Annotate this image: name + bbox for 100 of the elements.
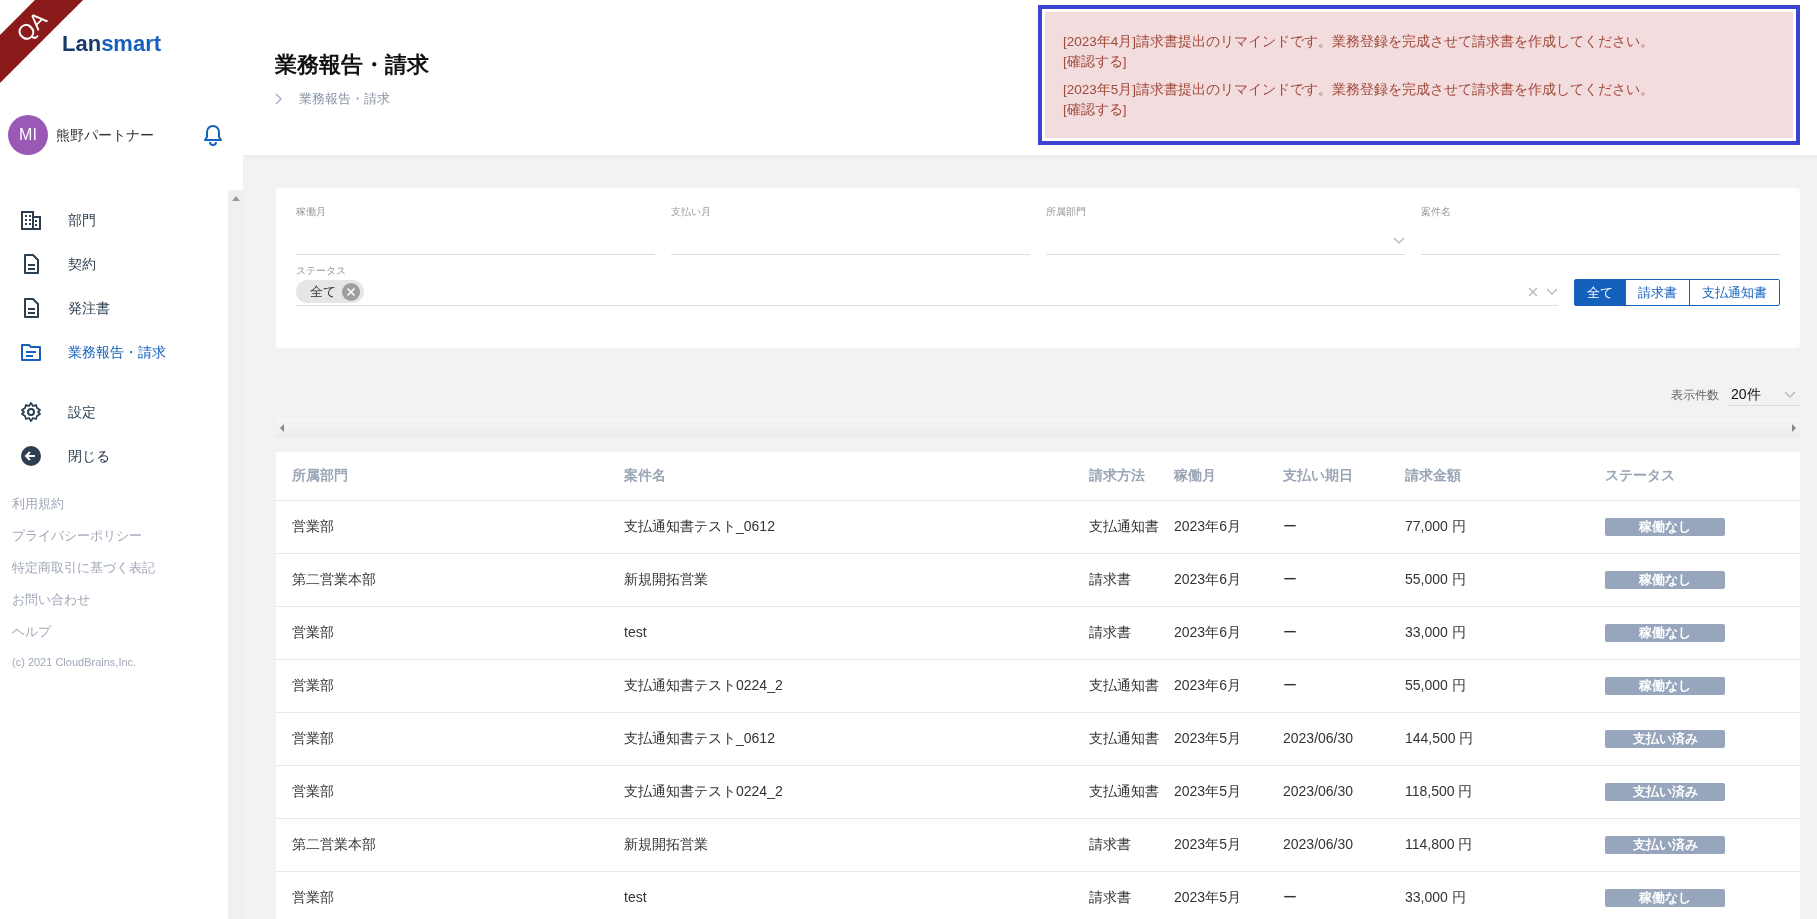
- table-cell: ー: [1283, 500, 1389, 553]
- table-cell: 2023/06/30: [1283, 712, 1389, 765]
- bell-icon[interactable]: [203, 124, 223, 146]
- clear-icon[interactable]: [1528, 286, 1538, 297]
- table-cell: ー: [1283, 606, 1389, 659]
- table-cell: 55,000 円: [1389, 553, 1589, 606]
- status-badge: 支払い済み: [1605, 835, 1725, 854]
- table-cell: 支払通知書: [1089, 500, 1174, 553]
- table-cell: ー: [1283, 871, 1389, 919]
- nav-item[interactable]: 設定: [0, 390, 228, 434]
- table-cell: 支払通知書テスト0224_2: [608, 765, 1089, 818]
- table-cell: 2023年5月: [1174, 765, 1283, 818]
- table-cell: 営業部: [276, 871, 608, 919]
- table-cell: 新規開拓営業: [608, 818, 1089, 871]
- chevron-down-icon[interactable]: [1393, 236, 1405, 245]
- back-icon: [20, 445, 42, 467]
- status-badge: 稼働なし: [1605, 570, 1725, 589]
- table-cell: 77,000 円: [1389, 500, 1589, 553]
- table-cell: 営業部: [276, 765, 608, 818]
- user-avatar: MI: [8, 115, 48, 155]
- table-cell: 114,800 円: [1389, 818, 1589, 871]
- table-cell: 支払通知書: [1089, 659, 1174, 712]
- column-header: 支払い期日: [1283, 452, 1389, 500]
- table-cell: 第二営業本部: [276, 553, 608, 606]
- status-badge: 支払い済み: [1605, 782, 1725, 801]
- logo: Lansmart: [62, 30, 162, 58]
- table-cell: test: [608, 606, 1089, 659]
- scrollbar[interactable]: [228, 190, 243, 919]
- page-size-label: 表示件数: [1671, 387, 1719, 404]
- table-cell: ー: [1283, 659, 1389, 712]
- nav-item[interactable]: 契約: [0, 242, 228, 286]
- table-cell: 営業部: [276, 500, 608, 553]
- nav-item[interactable]: 部門: [0, 198, 228, 242]
- table-cell: 2023/06/30: [1283, 818, 1389, 871]
- page-size-select[interactable]: 20件: [1727, 384, 1800, 406]
- table-cell: 2023年5月: [1174, 818, 1283, 871]
- table-cell: 請求書: [1089, 871, 1174, 919]
- chevron-right-icon: [275, 92, 283, 105]
- building-icon: [20, 209, 42, 231]
- table-cell: 118,500 円: [1389, 765, 1589, 818]
- table-cell: ー: [1283, 553, 1389, 606]
- nav-item[interactable]: 業務報告・請求: [0, 330, 228, 374]
- table-cell: 2023年6月: [1174, 606, 1283, 659]
- table-cell: test: [608, 871, 1089, 919]
- table-cell: 2023/06/30: [1283, 765, 1389, 818]
- table-cell: 2023年6月: [1174, 659, 1283, 712]
- status-badge: 稼働なし: [1605, 676, 1725, 695]
- field-label: ステータス: [296, 264, 347, 278]
- field-label: 稼働月: [296, 205, 327, 219]
- table-cell: 支払通知書テスト0224_2: [608, 659, 1089, 712]
- table-cell: 55,000 円: [1389, 659, 1589, 712]
- status-badge: 支払い済み: [1605, 729, 1725, 748]
- remove-icon[interactable]: [342, 282, 360, 301]
- nav-item[interactable]: 閉じる: [0, 434, 228, 478]
- settings-icon: [20, 401, 42, 423]
- nav-item[interactable]: 発注書: [0, 286, 228, 330]
- table-cell: 支払通知書テスト_0612: [608, 712, 1089, 765]
- table-cell: 営業部: [276, 712, 608, 765]
- table-cell: 請求書: [1089, 818, 1174, 871]
- table-cell: 33,000 円: [1389, 606, 1589, 659]
- alert-message: [2023年5月]請求書提出のリマインドです。業務登録を完成させて請求書を作成してください。: [1063, 81, 1656, 99]
- table-cell: 2023年5月: [1174, 871, 1283, 919]
- copyright-text: (c) 2021 CloudBrains,Inc.: [11, 655, 138, 670]
- page-title: 業務報告・請求: [275, 51, 429, 79]
- table-cell: 2023年5月: [1174, 712, 1283, 765]
- filter-chip[interactable]: 全て: [296, 279, 364, 304]
- table-cell: 支払通知書: [1089, 712, 1174, 765]
- chevron-down-icon[interactable]: [1784, 390, 1796, 399]
- table-cell: 新規開拓営業: [608, 553, 1089, 606]
- column-header: 稼働月: [1174, 452, 1283, 500]
- table-cell: 営業部: [276, 606, 608, 659]
- table-cell: 第二営業本部: [276, 818, 608, 871]
- table-cell: 請求書: [1089, 553, 1174, 606]
- table-cell: 2023年6月: [1174, 500, 1283, 553]
- chevron-down-icon[interactable]: [1546, 287, 1558, 296]
- status-badge: 稼働なし: [1605, 888, 1725, 907]
- status-select[interactable]: 全て: [296, 278, 1558, 306]
- column-header: 案件名: [608, 452, 1089, 500]
- column-header: 請求金額: [1389, 452, 1589, 500]
- table-cell: 営業部: [276, 659, 608, 712]
- confirm-link[interactable]: [確認する]: [1063, 102, 1127, 117]
- segment-button[interactable]: 全て: [1574, 278, 1626, 306]
- column-header: 所属部門: [276, 452, 608, 500]
- table-cell: 支払通知書テスト_0612: [608, 500, 1089, 553]
- table-cell: 33,000 円: [1389, 871, 1589, 919]
- field-label: 支払い月: [671, 205, 712, 219]
- status-badge: 稼働なし: [1605, 517, 1725, 536]
- status-badge: 稼働なし: [1605, 623, 1725, 642]
- table-cell: 144,500 円: [1389, 712, 1589, 765]
- field-label: 案件名: [1421, 205, 1452, 219]
- column-header: ステータス: [1589, 452, 1800, 500]
- user-name: 熊野パートナー: [56, 125, 155, 145]
- table-cell: 支払通知書: [1089, 765, 1174, 818]
- segment-button[interactable]: 請求書: [1625, 278, 1690, 306]
- column-header: 請求方法: [1089, 452, 1174, 500]
- table-cell: 請求書: [1089, 606, 1174, 659]
- alert-message: [2023年4月]請求書提出のリマインドです。業務登録を完成させて請求書を作成してください。: [1063, 33, 1656, 51]
- confirm-link[interactable]: [確認する]: [1063, 54, 1127, 69]
- field-label: 所属部門: [1046, 205, 1087, 219]
- segment-button[interactable]: 支払通知書: [1689, 278, 1780, 306]
